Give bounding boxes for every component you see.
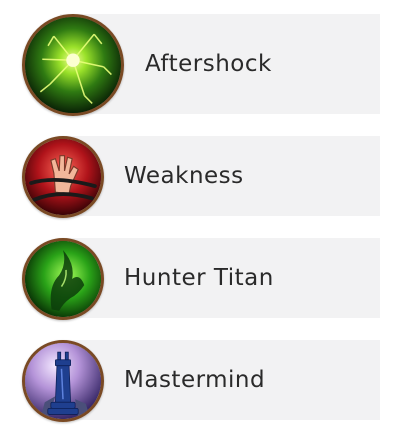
mastermind-icon	[22, 340, 104, 422]
list-item-label: Hunter Titan	[124, 265, 274, 291]
weakness-icon	[22, 136, 104, 218]
list-item-label: Aftershock	[145, 51, 272, 77]
list-item-mastermind[interactable]: Mastermind	[60, 340, 380, 420]
list-item-label: Weakness	[124, 163, 244, 189]
list-item-label: Mastermind	[124, 367, 266, 393]
aftershock-icon	[22, 14, 124, 116]
hunter-titan-icon	[22, 238, 104, 320]
list-item-hunter-titan[interactable]: Hunter Titan	[60, 238, 380, 318]
ability-list: Aftershock Weakness Hunter Titan Masterm…	[0, 0, 412, 440]
list-item-weakness[interactable]: Weakness	[60, 136, 380, 216]
